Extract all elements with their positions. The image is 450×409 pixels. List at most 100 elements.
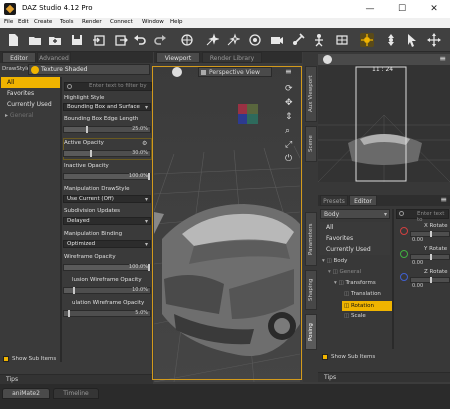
tree-general-right[interactable]: ▾ ◫ General xyxy=(328,269,361,275)
occl-wire-value: 10.0% xyxy=(132,287,148,293)
occl-wire-label: lusion Wireframe Opacity xyxy=(72,277,142,283)
spot-render-icon[interactable] xyxy=(248,33,262,47)
menu-edit[interactable]: Edit xyxy=(18,19,29,25)
aux-layout-icon[interactable]: ≡ xyxy=(439,54,446,63)
menu-create[interactable]: Create xyxy=(34,19,52,25)
right-filter-field[interactable]: Enter text to xyxy=(396,209,449,223)
search-icon xyxy=(67,84,72,89)
filter-field[interactable]: Enter text to filter by xyxy=(64,82,152,91)
node-dropdown[interactable]: Body ▾ xyxy=(320,209,390,219)
highlight-style-dropdown[interactable]: Bounding Box and Surface xyxy=(63,103,151,111)
subdiv-dropdown[interactable]: Delayed xyxy=(63,217,151,225)
z-rotate-value: 0.00 xyxy=(412,283,424,289)
tree-translation-label: Translation xyxy=(350,291,381,297)
title-bar: DAZ Studio 4.12 Pro — ☐ ✕ xyxy=(0,0,450,18)
tab-aux-viewport[interactable]: Aux Viewport xyxy=(305,66,317,122)
render-settings-icon[interactable] xyxy=(180,33,194,47)
tree-transforms[interactable]: ▾ ◫ Transforms xyxy=(334,280,376,286)
chevron-down-icon: ▾ xyxy=(383,211,387,218)
z-rotate-dial-icon[interactable] xyxy=(400,273,408,281)
ulation-wire-slider[interactable]: 5.0% xyxy=(63,310,151,317)
tree-general[interactable]: ▸ General xyxy=(1,110,60,121)
tree-scale[interactable]: ◫ Scale xyxy=(344,313,366,319)
bottom-pane: aniMate2 Timeline xyxy=(0,384,450,409)
menu-tools[interactable]: Tools xyxy=(60,19,74,25)
aux-menu-icon[interactable] xyxy=(323,55,332,64)
manip-binding-dropdown[interactable]: Optimized xyxy=(63,240,151,248)
maximize-button[interactable]: ☐ xyxy=(386,1,418,17)
right-show-sub-items-checkbox[interactable] xyxy=(322,354,328,360)
y-rotate-label: Y Rotate xyxy=(424,246,448,252)
redo-icon[interactable] xyxy=(153,33,167,47)
active-opacity-slider[interactable]: 30.0% xyxy=(63,150,151,157)
menu-file[interactable]: File xyxy=(4,19,13,25)
show-sub-items-checkbox[interactable] xyxy=(3,356,9,362)
merge-folder-icon[interactable] xyxy=(48,33,62,47)
property-options-icon[interactable]: ⚙ xyxy=(142,140,147,147)
tab-shaping[interactable]: Shaping xyxy=(305,270,317,310)
camera-icon[interactable] xyxy=(270,33,284,47)
iray-render-icon[interactable] xyxy=(226,33,241,47)
x-rotate-dial-icon[interactable] xyxy=(400,227,408,235)
tab-advanced[interactable]: Advanced xyxy=(37,52,71,63)
tree-body[interactable]: ▾ ◫ Body xyxy=(322,258,347,264)
pose-tool-icon[interactable] xyxy=(312,33,326,47)
y-rotate-dial-icon[interactable] xyxy=(400,250,408,258)
export-icon[interactable] xyxy=(114,33,128,47)
menu-connect[interactable]: Connect xyxy=(110,19,133,25)
tab-presets[interactable]: Presets xyxy=(320,195,348,206)
drawstyle-dropdown[interactable]: Texture Shaded xyxy=(28,64,150,75)
save-icon[interactable] xyxy=(70,33,84,47)
y-rotate-value: 0.00 xyxy=(412,260,424,266)
left-tips-bar[interactable]: Tips xyxy=(0,374,153,384)
splitter[interactable] xyxy=(60,77,62,362)
tab-render-library[interactable]: Render Library xyxy=(202,52,262,63)
import-icon[interactable] xyxy=(92,33,106,47)
tab-parameters[interactable]: Parameters xyxy=(305,212,317,266)
menu-window[interactable]: Window xyxy=(142,19,164,25)
active-opacity-label: Active Opacity xyxy=(64,140,104,146)
category-currently-used[interactable]: Currently Used xyxy=(1,99,60,110)
pointer-tool-icon[interactable] xyxy=(405,33,419,47)
inactive-opacity-slider[interactable]: 100.0% xyxy=(63,173,151,180)
tab-animate2[interactable]: aniMate2 xyxy=(2,388,50,399)
tree-rotation[interactable]: ◫ Rotation xyxy=(342,301,394,311)
right-category-favorites[interactable]: Favorites xyxy=(320,233,390,244)
menu-bar: File Edit Create Tools Render Connect Wi… xyxy=(0,18,450,28)
render-icon[interactable] xyxy=(205,33,220,47)
open-folder-icon[interactable] xyxy=(28,33,42,47)
new-file-icon[interactable] xyxy=(6,33,20,47)
universal-tool-icon[interactable] xyxy=(384,33,398,47)
right-tips-bar[interactable]: Tips xyxy=(318,372,450,382)
tab-viewport[interactable]: Viewport xyxy=(156,52,200,63)
texture-shaded-icon xyxy=(31,66,39,74)
occl-wire-slider[interactable]: 10.0% xyxy=(63,287,151,294)
right-search-icon xyxy=(399,211,404,216)
undo-icon[interactable] xyxy=(133,33,147,47)
category-all[interactable]: All xyxy=(1,77,60,88)
geometry-editor-icon[interactable] xyxy=(335,33,349,47)
bbox-edge-slider[interactable]: 25.0% xyxy=(63,126,151,133)
minimize-button[interactable]: — xyxy=(354,1,386,17)
tab-editor-right[interactable]: Editor xyxy=(349,195,377,206)
tab-timeline[interactable]: Timeline xyxy=(53,388,99,399)
manip-drawstyle-dropdown[interactable]: Use Current (Off) xyxy=(63,195,151,203)
tab-scene[interactable]: Scene xyxy=(305,126,317,162)
right-category-currently-used[interactable]: Currently Used xyxy=(320,244,390,255)
tab-editor[interactable]: Editor xyxy=(2,52,36,63)
right-category-all[interactable]: All xyxy=(320,222,390,233)
menu-render[interactable]: Render xyxy=(82,19,102,25)
node-selection-icon[interactable] xyxy=(360,33,374,47)
tree-translation[interactable]: ◫ Translation xyxy=(344,291,381,297)
close-button[interactable]: ✕ xyxy=(418,1,450,17)
aux-viewport[interactable]: ≡ 11 : 24 xyxy=(318,54,450,182)
pane-menu-icon[interactable]: ≡ xyxy=(440,195,447,204)
wire-opacity-slider[interactable]: 100.0% xyxy=(63,264,151,271)
tab-posing[interactable]: Posing xyxy=(305,314,317,350)
category-favorites[interactable]: Favorites xyxy=(1,88,60,99)
x-rotate-value: 0.00 xyxy=(412,237,424,243)
menu-help[interactable]: Help xyxy=(170,19,183,25)
light-icon[interactable] xyxy=(291,33,305,47)
translate-tool-icon[interactable] xyxy=(427,33,441,47)
right-splitter[interactable] xyxy=(392,209,394,349)
